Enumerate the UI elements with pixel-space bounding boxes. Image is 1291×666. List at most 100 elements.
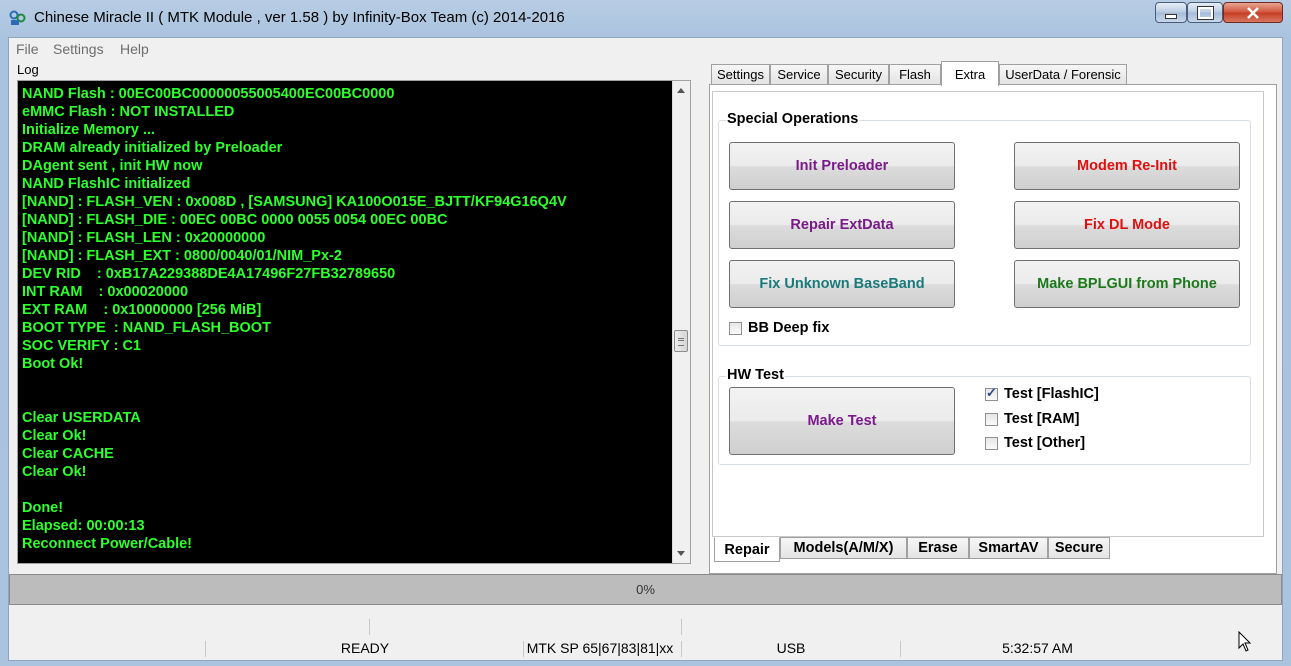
status-time: 5:32:57 AM — [1002, 640, 1073, 656]
repair-extdata-label: Repair ExtData — [790, 217, 894, 233]
tab-erase[interactable]: Erase — [907, 537, 969, 559]
status-divider — [369, 619, 370, 635]
fix-dl-mode-label: Fix DL Mode — [1084, 217, 1170, 233]
log-line: EXT RAM : 0x10000000 [256 MiB] — [22, 302, 262, 318]
log-line: [NAND] : FLASH_DIE : 00EC 00BC 0000 0055… — [22, 212, 448, 228]
status-ready: READY — [340, 640, 390, 656]
status-port: USB — [776, 640, 806, 656]
log-line: Boot Ok! — [22, 356, 84, 372]
app-logo-icon — [9, 10, 26, 25]
log-line: [NAND] : FLASH_VEN : 0x008D , [SAMSUNG] … — [22, 194, 567, 210]
log-line: DAgent sent , init HW now — [22, 158, 203, 174]
bb-deep-fix-checkbox[interactable]: BB Deep fix — [729, 320, 829, 336]
test-other-box[interactable] — [985, 436, 998, 450]
title-bar[interactable]: Chinese Miracle II ( MTK Module , ver 1.… — [0, 0, 1291, 36]
log-line: Clear USERDATA — [22, 410, 141, 426]
tab-settings[interactable]: Settings — [711, 64, 770, 84]
scroll-thumb[interactable] — [674, 330, 688, 352]
mouse-cursor-icon — [1238, 631, 1252, 652]
make-bplgui-label: Make BPLGUI from Phone — [1037, 276, 1217, 292]
close-icon — [1247, 6, 1259, 19]
extra-tab-panel: Special Operations Init Preloader Modem … — [709, 84, 1277, 574]
log-line: Clear Ok! — [22, 464, 87, 480]
scroll-down-icon[interactable] — [677, 551, 685, 556]
special-operations-group: Special Operations Init Preloader Modem … — [718, 111, 1251, 346]
log-line: Initialize Memory ... — [22, 122, 155, 138]
app-window: Chinese Miracle II ( MTK Module , ver 1.… — [0, 0, 1291, 666]
menu-file[interactable]: File — [16, 41, 39, 57]
tab-userdata-forensic[interactable]: UserData / Forensic — [999, 64, 1127, 84]
tab-models[interactable]: Models(A/M/X) — [780, 537, 907, 559]
log-line: DEV RID : 0xB17A229388DE4A17496F27FB3278… — [22, 266, 396, 282]
log-line: Clear Ok! — [22, 428, 87, 444]
close-button[interactable] — [1223, 2, 1283, 23]
log-line: [NAND] : FLASH_LEN : 0x20000000 — [22, 230, 266, 246]
test-flashic-label: Test [FlashIC] — [1004, 386, 1099, 402]
scroll-up-icon[interactable] — [677, 88, 685, 93]
minimize-icon — [1165, 14, 1177, 19]
repair-panel: Special Operations Init Preloader Modem … — [712, 91, 1264, 537]
hw-test-title: HW Test — [726, 367, 785, 383]
log-label: Log — [17, 62, 39, 77]
test-ram-checkbox[interactable]: Test [RAM] — [985, 411, 1079, 427]
log-line: eMMC Flash : NOT INSTALLED — [22, 104, 235, 120]
maximize-button[interactable] — [1187, 2, 1223, 23]
fix-unknown-baseband-label: Fix Unknown BaseBand — [759, 276, 925, 292]
log-line: NAND Flash : 00EC00BC00000055005400EC00B… — [22, 86, 395, 102]
init-preloader-button[interactable]: Init Preloader — [729, 142, 955, 190]
test-ram-box[interactable] — [985, 412, 998, 426]
make-test-label: Make Test — [807, 413, 877, 429]
progress-bar: 0% — [9, 574, 1282, 605]
hw-test-group: HW Test Make Test Test [FlashIC] Test [R… — [718, 367, 1251, 465]
tab-service[interactable]: Service — [770, 64, 828, 84]
test-other-label: Test [Other] — [1004, 435, 1086, 451]
test-ram-label: Test [RAM] — [1004, 411, 1080, 427]
log-line: [NAND] : FLASH_EXT : 0800/0040/01/NIM_Px… — [22, 248, 342, 264]
tab-secure[interactable]: Secure — [1048, 537, 1110, 559]
log-line: NAND FlashIC initialized — [22, 176, 191, 192]
tab-security[interactable]: Security — [828, 64, 889, 84]
make-bplgui-button[interactable]: Make BPLGUI from Phone — [1014, 260, 1240, 308]
modem-reinit-button[interactable]: Modem Re-Init — [1014, 142, 1240, 190]
client-area: File Settings Help Log NAND Flash : 00EC… — [8, 37, 1283, 661]
tab-extra[interactable]: Extra — [941, 61, 999, 86]
test-flashic-box[interactable] — [985, 385, 998, 401]
fix-dl-mode-button[interactable]: Fix DL Mode — [1014, 201, 1240, 249]
log-line: Reconnect Power/Cable! — [22, 536, 193, 552]
special-operations-title: Special Operations — [726, 111, 860, 127]
bb-deep-fix-box[interactable] — [729, 321, 742, 335]
maximize-icon — [1196, 5, 1214, 20]
status-bar: READY MTK SP 65|67|83|81|xx USB 5:32:57 … — [9, 638, 1282, 660]
window-title: Chinese Miracle II ( MTK Module , ver 1.… — [34, 9, 565, 26]
log-line: SOC VERIFY : C1 — [22, 338, 141, 354]
make-test-button[interactable]: Make Test — [729, 387, 955, 455]
log-line: BOOT TYPE : NAND_FLASH_BOOT — [22, 320, 271, 336]
log-line: DRAM already initialized by Preloader — [22, 140, 283, 156]
fix-unknown-baseband-button[interactable]: Fix Unknown BaseBand — [729, 260, 955, 308]
log-line: Elapsed: 00:00:13 — [22, 518, 145, 534]
log-scrollbar[interactable] — [672, 81, 690, 563]
minimize-button[interactable] — [1155, 2, 1187, 23]
test-other-checkbox[interactable]: Test [Other] — [985, 435, 1085, 451]
status-bar-upper — [9, 616, 1282, 638]
tab-repair[interactable]: Repair — [714, 537, 780, 562]
tab-flash[interactable]: Flash — [889, 64, 941, 84]
status-divider — [681, 619, 682, 635]
progress-text: 0% — [636, 582, 655, 597]
repair-extdata-button[interactable]: Repair ExtData — [729, 201, 955, 249]
modem-reinit-label: Modem Re-Init — [1077, 158, 1177, 174]
log-line: Done! — [22, 500, 64, 516]
log-panel: NAND Flash : 00EC00BC00000055005400EC00B… — [17, 80, 691, 564]
log-line: Clear CACHE — [22, 446, 114, 462]
menu-settings[interactable]: Settings — [53, 41, 104, 57]
tab-smartav[interactable]: SmartAV — [969, 537, 1048, 559]
init-preloader-label: Init Preloader — [795, 158, 889, 174]
menu-help[interactable]: Help — [120, 41, 149, 57]
log-line: INT RAM : 0x00020000 — [22, 284, 189, 300]
bb-deep-fix-label: BB Deep fix — [748, 320, 830, 336]
test-flashic-checkbox[interactable]: Test [FlashIC] — [985, 385, 1099, 402]
status-platform: MTK SP 65|67|83|81|xx — [526, 640, 674, 656]
